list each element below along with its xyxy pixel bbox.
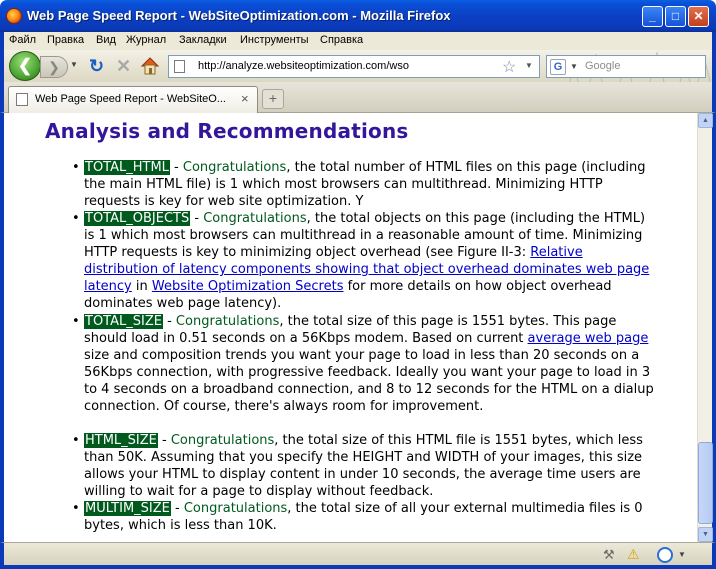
forward-button[interactable]: ❯ — [40, 56, 68, 78]
menu-bookmarks[interactable]: Закладки — [179, 34, 227, 46]
metric-tag: TOTAL_OBJECTS — [84, 211, 191, 226]
title-bar: Web Page Speed Report - WebSiteOptimizat… — [0, 0, 716, 32]
addon-dropdown-icon[interactable]: ▼ — [678, 550, 686, 559]
separator: - — [170, 501, 184, 516]
url-bar[interactable]: http://analyze.websiteoptimization.com/w… — [168, 55, 540, 78]
metric-tag: MULTIM_SIZE — [84, 501, 171, 516]
menu-help[interactable]: Справка — [320, 34, 363, 46]
minimize-button[interactable]: _ — [642, 6, 663, 27]
search-bar[interactable]: G ▼ Google — [546, 55, 706, 78]
stop-icon[interactable]: ✕ — [116, 56, 131, 77]
home-icon[interactable] — [140, 56, 160, 76]
metric-tag: TOTAL_HTML — [84, 160, 170, 175]
url-dropdown-icon[interactable]: ▼ — [525, 61, 533, 70]
menu-file[interactable]: Файл — [9, 34, 36, 46]
page-content: Analysis and Recommendations • TOTAL_HTM… — [4, 113, 697, 542]
separator: - — [157, 433, 171, 448]
recommendation-total-html: • TOTAL_HTML - Congratulations, the tota… — [72, 159, 659, 210]
bullet: • — [72, 501, 80, 516]
bullet: • — [72, 211, 80, 226]
status-text: Congratulations — [182, 160, 287, 175]
metric-tag: HTML_SIZE — [84, 433, 158, 448]
addon-status-icon[interactable] — [657, 547, 673, 563]
window-title: Web Page Speed Report - WebSiteOptimizat… — [27, 8, 451, 23]
menu-edit[interactable]: Правка — [47, 34, 84, 46]
scroll-up-button[interactable]: ▲ — [698, 113, 713, 128]
separator: - — [162, 314, 176, 329]
firefox-icon — [6, 8, 22, 24]
page-icon — [16, 93, 28, 106]
bullet: • — [72, 160, 80, 175]
recommendation-multim-size: • MULTIM_SIZE - Congratulations, the tot… — [72, 500, 659, 534]
status-text: Congratulations — [183, 501, 288, 516]
menu-view[interactable]: Вид — [96, 34, 116, 46]
bookmark-star-icon[interactable]: ☆ — [502, 57, 516, 77]
recommendation-text: in — [131, 279, 152, 294]
maximize-button[interactable]: □ — [665, 6, 686, 27]
history-dropdown-icon[interactable]: ▼ — [70, 60, 78, 69]
tab-web-page-speed-report[interactable]: Web Page Speed Report - WebSiteO... × — [8, 86, 258, 113]
page-icon — [174, 60, 185, 73]
status-text: Congratulations — [203, 211, 307, 226]
tab-close-icon[interactable]: × — [241, 91, 249, 106]
new-tab-button[interactable]: + — [262, 89, 284, 109]
menu-history[interactable]: Журнал — [126, 34, 166, 46]
scroll-down-button[interactable]: ▼ — [698, 527, 713, 542]
forward-arrow-icon: ❯ — [48, 59, 60, 75]
bullet: • — [72, 433, 80, 448]
separator: - — [169, 160, 183, 175]
separator: - — [190, 211, 204, 226]
url-input[interactable]: http://analyze.websiteoptimization.com/w… — [198, 60, 409, 72]
google-icon[interactable]: G — [550, 59, 566, 75]
recommendation-total-objects: • TOTAL_OBJECTS - Congratulations, the t… — [72, 210, 659, 312]
status-text: Congratulations — [175, 314, 280, 329]
recommendation-text: size and composition trends you want you… — [84, 348, 654, 414]
metric-tag: TOTAL_SIZE — [84, 314, 163, 329]
recommendation-total-size: • TOTAL_SIZE - Congratulations, the tota… — [72, 313, 659, 415]
website-optimization-secrets-link[interactable]: Website Optimization Secrets — [152, 279, 344, 294]
status-text: Congratulations — [170, 433, 275, 448]
close-button[interactable]: ✕ — [688, 6, 709, 27]
vertical-scrollbar[interactable]: ▲ ▼ — [697, 113, 713, 542]
page-heading: Analysis and Recommendations — [45, 119, 409, 143]
back-arrow-icon: ❮ — [17, 56, 33, 75]
menu-tools[interactable]: Инструменты — [240, 34, 309, 46]
tab-title: Web Page Speed Report - WebSiteO... — [35, 93, 226, 105]
search-input[interactable]: Google — [585, 60, 620, 72]
warning-icon[interactable]: ⚠ — [627, 546, 640, 563]
recommendation-html-size: • HTML_SIZE - Congratulations, the total… — [72, 432, 659, 500]
reload-icon[interactable]: ↻ — [89, 56, 104, 77]
search-engine-dropdown-icon[interactable]: ▼ — [570, 62, 578, 71]
tools-icon[interactable]: ⚒ — [603, 547, 615, 563]
average-web-page-link[interactable]: average web page — [528, 331, 649, 346]
back-button[interactable]: ❮ — [9, 51, 41, 81]
menu-bar: Файл Правка Вид Журнал Закладки Инструме… — [0, 32, 716, 50]
bullet: • — [72, 314, 80, 329]
scroll-thumb[interactable] — [698, 442, 713, 524]
